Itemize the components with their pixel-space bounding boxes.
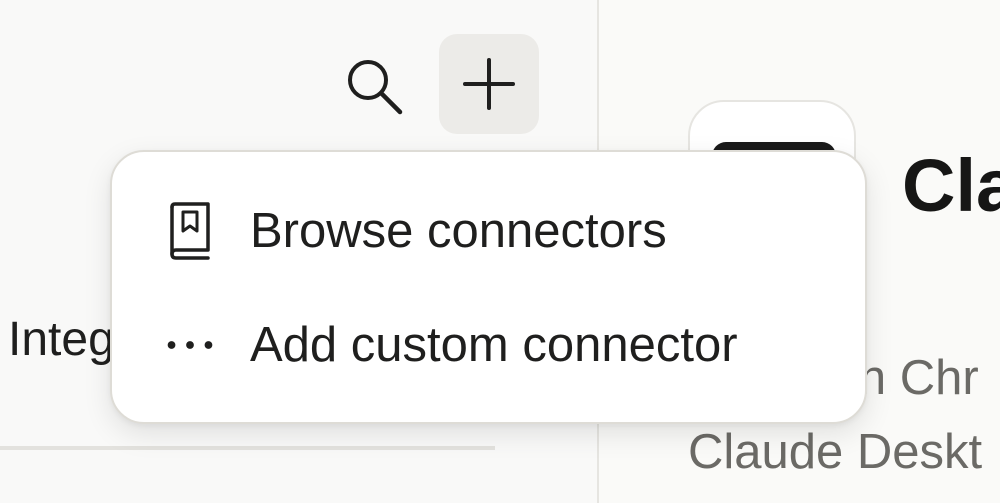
add-connector-button[interactable]	[439, 34, 539, 134]
book-icon	[166, 201, 214, 261]
connector-title: Cla	[902, 144, 1000, 227]
add-connector-menu: Browse connectors Add custom connector	[110, 150, 867, 424]
search-button[interactable]	[336, 52, 412, 120]
menu-item-add-custom-connector[interactable]: Add custom connector	[112, 290, 865, 400]
menu-item-browse-connectors[interactable]: Browse connectors	[112, 176, 865, 286]
list-divider	[0, 446, 495, 450]
integrations-section-label: Integ	[8, 313, 115, 366]
connector-description-line: Claude Deskt	[688, 425, 983, 479]
menu-item-label: Browse connectors	[250, 204, 667, 258]
plus-icon	[463, 58, 515, 110]
search-icon	[348, 60, 403, 115]
more-horizontal-icon	[166, 315, 214, 375]
menu-item-label: Add custom connector	[250, 318, 738, 372]
connector-description-line: in Chr	[848, 351, 979, 405]
